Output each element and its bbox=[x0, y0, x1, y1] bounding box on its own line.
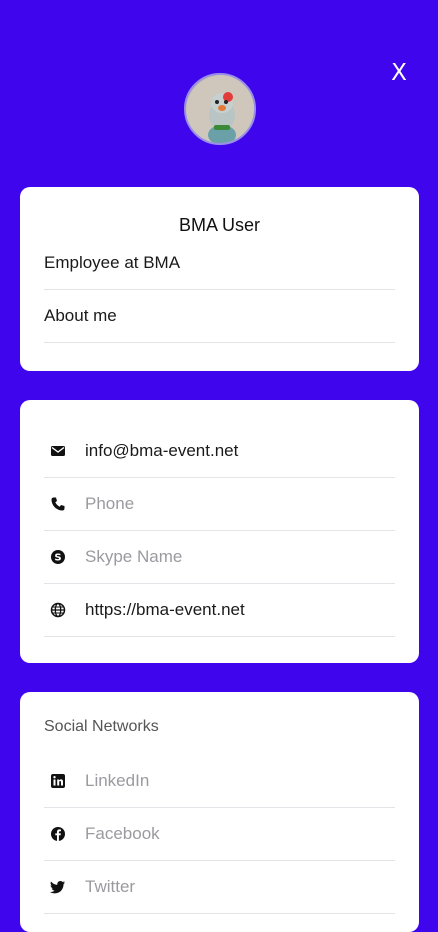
avatar-image bbox=[186, 75, 254, 143]
svg-text:S: S bbox=[54, 553, 61, 564]
social-item-linkedin[interactable]: LinkedIn bbox=[44, 755, 395, 808]
social-item-twitter[interactable]: Twitter bbox=[44, 861, 395, 914]
profile-card: BMA User Employee at BMA About me bbox=[20, 187, 419, 371]
contact-card: info@bma-event.net Phone S Skype Name ht… bbox=[20, 400, 419, 663]
website-row[interactable]: https://bma-event.net bbox=[44, 584, 395, 637]
avatar bbox=[184, 73, 256, 145]
email-row[interactable]: info@bma-event.net bbox=[44, 425, 395, 478]
skype-field: Skype Name bbox=[85, 547, 183, 566]
social-networks-title: Social Networks bbox=[44, 718, 159, 735]
phone-field: Phone bbox=[85, 494, 135, 513]
twitter-icon bbox=[44, 879, 72, 895]
phone-icon bbox=[44, 496, 72, 512]
social-item-facebook[interactable]: Facebook bbox=[44, 808, 395, 861]
job-title: Employee at BMA bbox=[44, 253, 181, 272]
globe-icon bbox=[44, 602, 72, 618]
social-item-label: LinkedIn bbox=[85, 771, 150, 790]
linkedin-icon bbox=[44, 773, 72, 789]
phone-row[interactable]: Phone bbox=[44, 478, 395, 531]
skype-row[interactable]: S Skype Name bbox=[44, 531, 395, 584]
close-button[interactable]: X bbox=[384, 58, 414, 88]
about-me-label: About me bbox=[44, 306, 117, 325]
website-value: https://bma-event.net bbox=[85, 600, 245, 619]
facebook-icon bbox=[44, 826, 72, 842]
email-icon bbox=[44, 443, 72, 459]
about-me-row[interactable]: About me bbox=[44, 290, 395, 343]
social-item-label: Twitter bbox=[85, 877, 136, 896]
user-name: BMA User bbox=[178, 215, 261, 235]
skype-icon: S bbox=[44, 549, 72, 565]
social-item-label: Facebook bbox=[85, 824, 160, 843]
job-title-row: Employee at BMA bbox=[44, 237, 395, 290]
email-value: info@bma-event.net bbox=[85, 441, 239, 460]
social-networks-card: Social Networks LinkedIn Facebook Twitte… bbox=[20, 692, 419, 932]
